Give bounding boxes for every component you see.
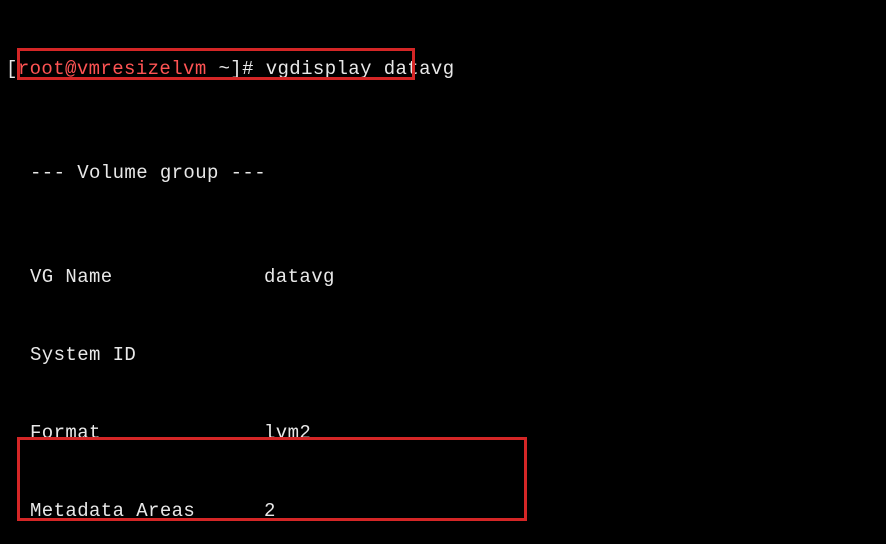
- command-text: vgdisplay datavg: [266, 56, 455, 82]
- row-metadata-areas: Metadata Areas2: [6, 498, 880, 524]
- value-metadata-areas: 2: [264, 498, 276, 524]
- label-format: Format: [6, 420, 264, 446]
- prompt-cwd: ~: [218, 56, 230, 82]
- prompt-open-bracket: [: [6, 56, 18, 82]
- row-system-id: System ID: [6, 342, 880, 368]
- section-header-line: --- Volume group ---: [6, 160, 880, 186]
- value-format: lvm2: [264, 420, 311, 446]
- prompt-user-host: root@vmresizelvm: [18, 56, 207, 82]
- value-vg-name: datavg: [264, 264, 335, 290]
- label-metadata-areas: Metadata Areas: [6, 498, 264, 524]
- row-format: Formatlvm2: [6, 420, 880, 446]
- label-vg-name: VG Name: [6, 264, 264, 290]
- label-system-id: System ID: [6, 342, 264, 368]
- section-header: --- Volume group ---: [6, 160, 264, 186]
- prompt-line[interactable]: [root@vmresizelvm ~]# vgdisplay datavg: [6, 56, 880, 82]
- row-vg-name: VG Namedatavg: [6, 264, 880, 290]
- terminal-output: [root@vmresizelvm ~]# vgdisplay datavg -…: [0, 0, 886, 544]
- prompt-close-bracket: ]#: [230, 56, 265, 82]
